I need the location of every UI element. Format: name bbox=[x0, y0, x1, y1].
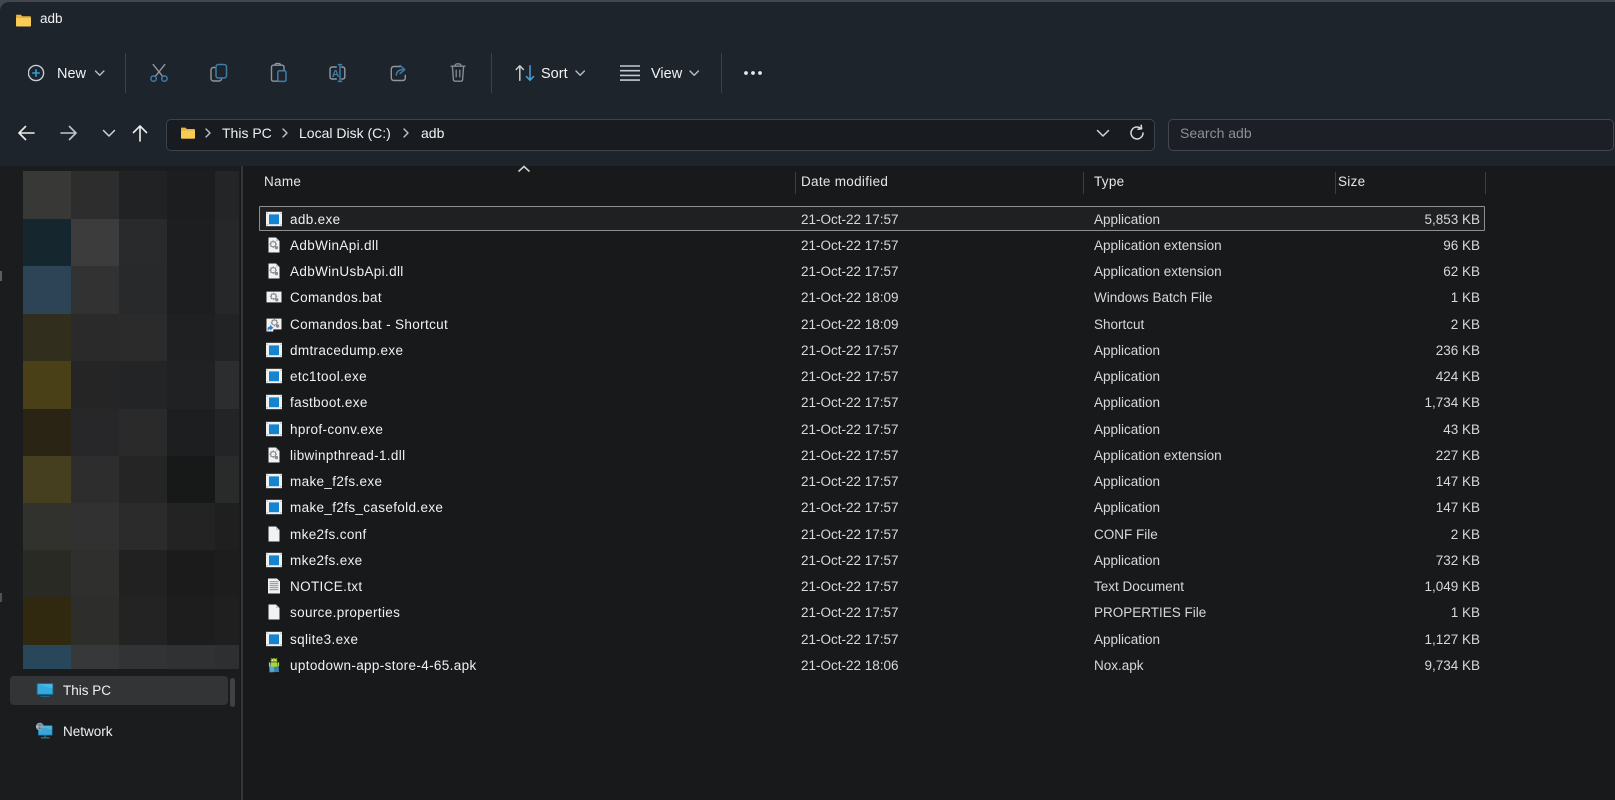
svg-text:New: New bbox=[57, 66, 87, 82]
svg-text:A: A bbox=[332, 68, 340, 80]
svg-text:View: View bbox=[651, 66, 683, 82]
svg-text:Sort: Sort bbox=[541, 66, 568, 82]
